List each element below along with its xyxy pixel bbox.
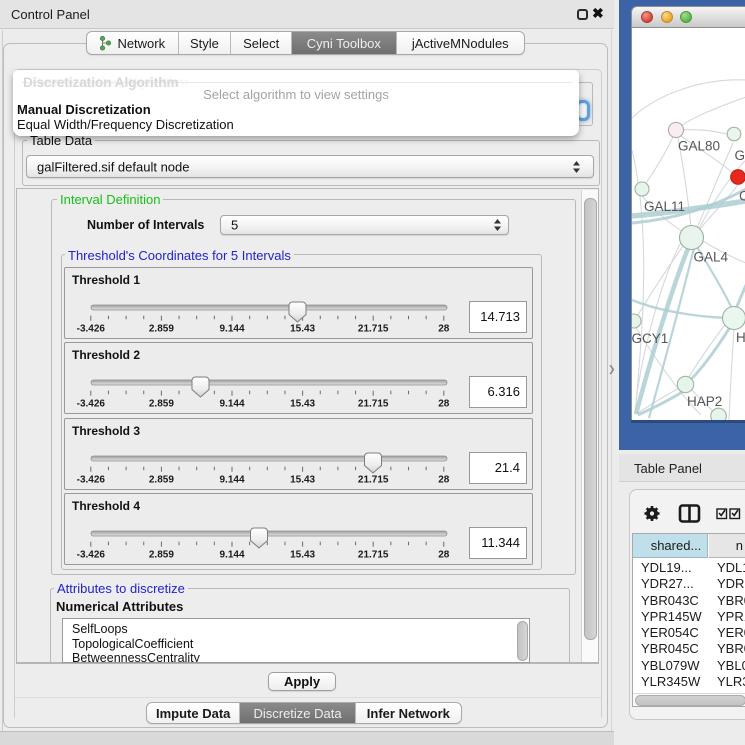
svg-text:2.859: 2.859 bbox=[149, 550, 174, 561]
svg-text:21.715: 21.715 bbox=[358, 474, 389, 485]
svg-text:C: C bbox=[739, 189, 745, 204]
svg-text:2.859: 2.859 bbox=[149, 324, 174, 335]
svg-text:15.43: 15.43 bbox=[290, 474, 315, 485]
svg-text:15.43: 15.43 bbox=[290, 399, 315, 410]
svg-text:9.144: 9.144 bbox=[219, 550, 244, 561]
svg-text:21.715: 21.715 bbox=[358, 324, 389, 335]
svg-text:GCY1: GCY1 bbox=[632, 331, 668, 346]
svg-text:9.144: 9.144 bbox=[219, 474, 244, 485]
svg-text:28: 28 bbox=[438, 474, 450, 485]
svg-text:-3.426: -3.426 bbox=[77, 399, 106, 410]
svg-text:2.859: 2.859 bbox=[149, 399, 174, 410]
svg-text:2.859: 2.859 bbox=[149, 474, 174, 485]
svg-text:28: 28 bbox=[438, 324, 450, 335]
svg-text:GAL11: GAL11 bbox=[644, 199, 685, 214]
svg-text:HAP2: HAP2 bbox=[687, 394, 722, 409]
svg-text:9.144: 9.144 bbox=[219, 324, 244, 335]
svg-text:9.144: 9.144 bbox=[219, 399, 244, 410]
svg-text:GAL80: GAL80 bbox=[678, 139, 720, 154]
svg-text:21.715: 21.715 bbox=[358, 550, 389, 561]
svg-text:GAL7: GAL7 bbox=[735, 148, 745, 163]
svg-text:15.43: 15.43 bbox=[290, 550, 315, 561]
svg-text:-3.426: -3.426 bbox=[77, 474, 106, 485]
svg-text:H: H bbox=[736, 330, 745, 345]
svg-text:GAL4: GAL4 bbox=[694, 250, 729, 265]
svg-text:-3.426: -3.426 bbox=[77, 550, 106, 561]
svg-text:-3.426: -3.426 bbox=[77, 324, 106, 335]
svg-text:15.43: 15.43 bbox=[290, 324, 315, 335]
svg-text:28: 28 bbox=[438, 550, 450, 561]
svg-text:21.715: 21.715 bbox=[358, 399, 389, 410]
svg-text:28: 28 bbox=[438, 399, 450, 410]
